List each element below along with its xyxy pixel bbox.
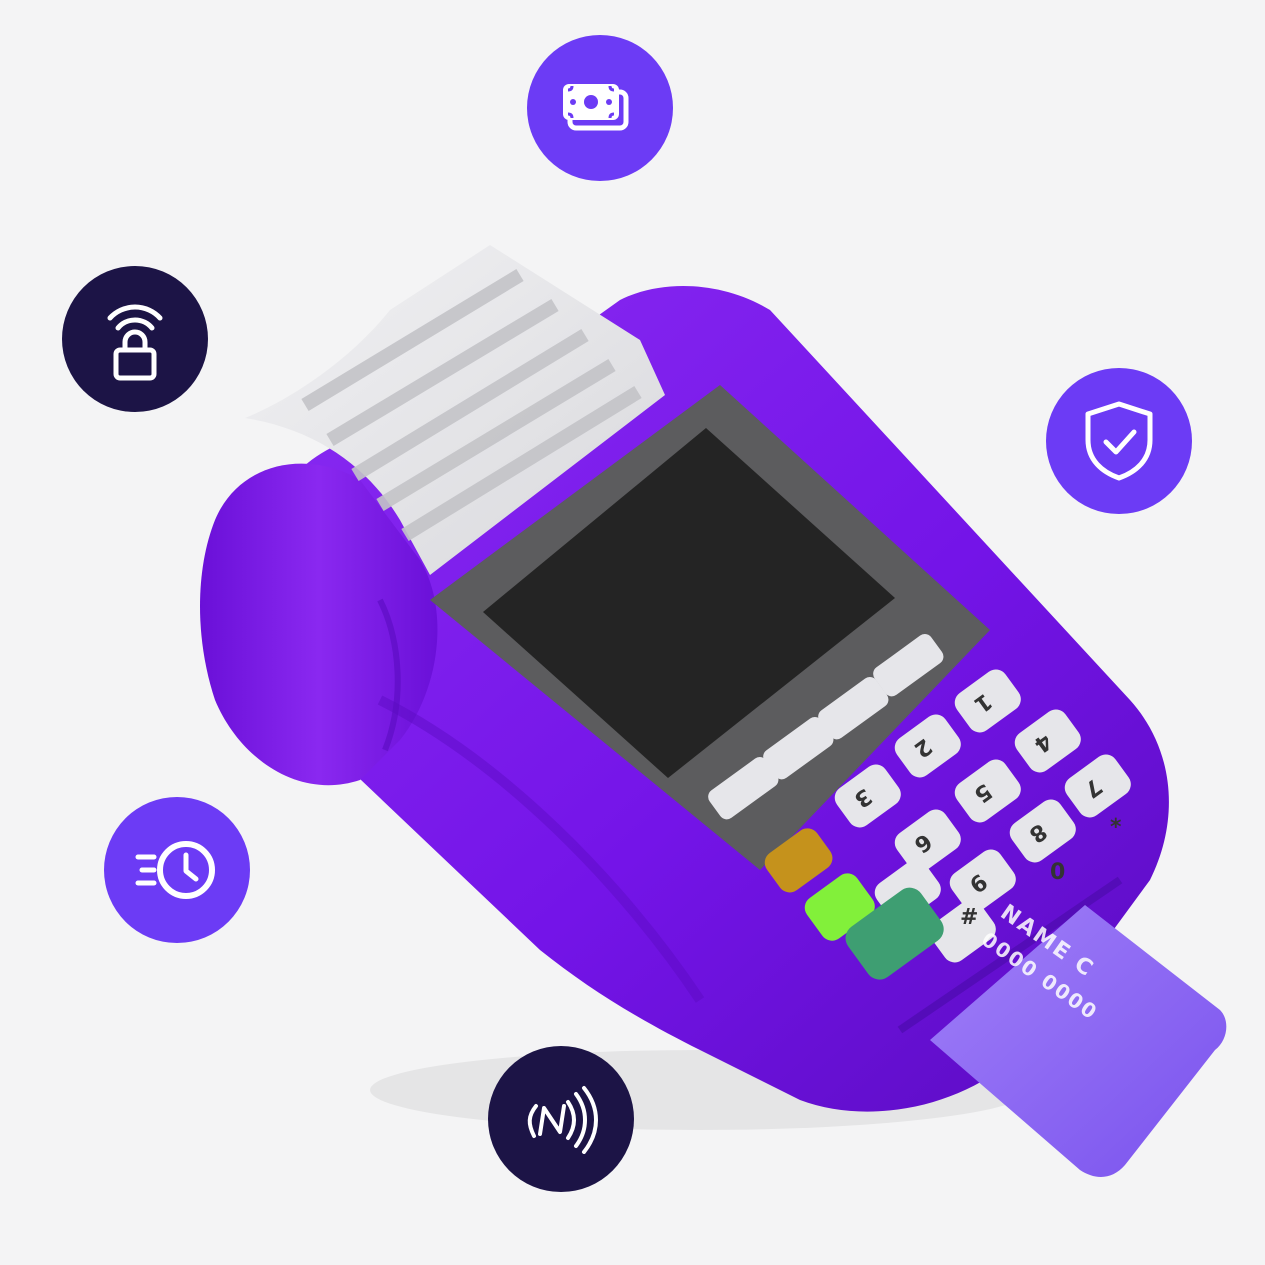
- fast-clock-badge: [104, 797, 250, 943]
- shield-badge: [1046, 368, 1192, 514]
- money-icon: [563, 84, 629, 131]
- fast-clock-icon: [135, 841, 215, 899]
- shield-check-icon: [1085, 401, 1153, 481]
- pos-terminal-illustration: [200, 245, 1227, 1177]
- wireless-lock-badge: [62, 266, 208, 412]
- money-badge: [527, 35, 673, 181]
- nfc-badge: [488, 1046, 634, 1192]
- wireless-lock-icon: [107, 304, 163, 381]
- nfc-icon: [527, 1086, 598, 1154]
